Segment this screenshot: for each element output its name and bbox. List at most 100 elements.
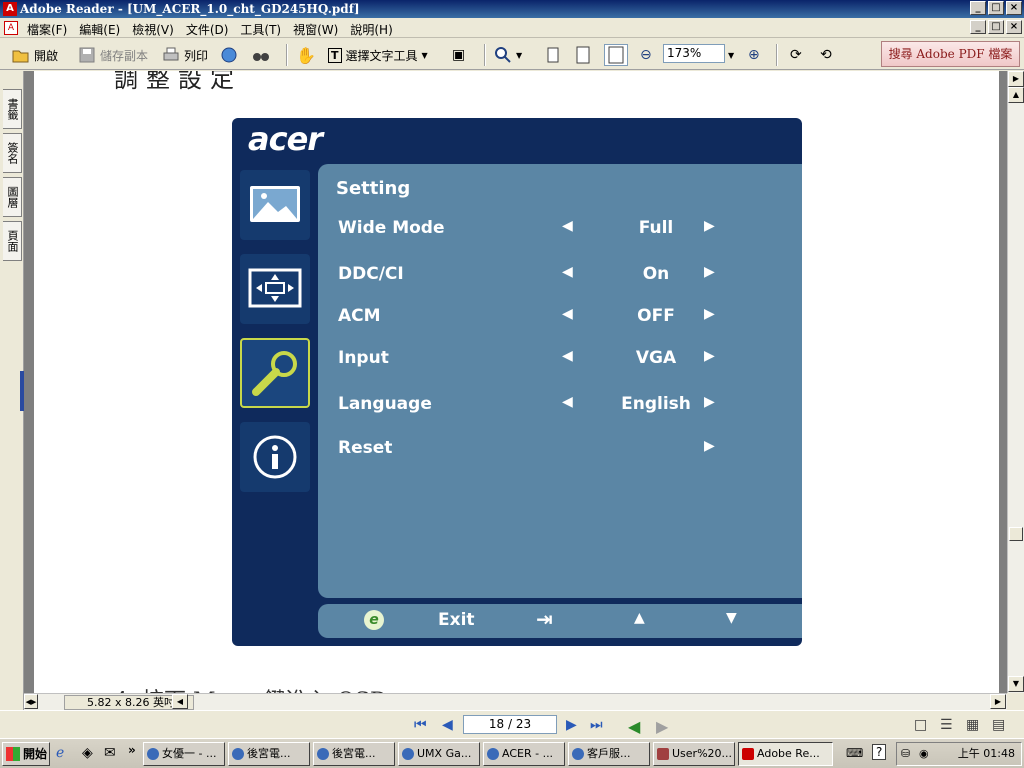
tab-pages[interactable]: 頁面 bbox=[3, 221, 22, 261]
tab-bookmarks[interactable]: 書籤 bbox=[3, 89, 22, 129]
task-label: 後宮電... bbox=[247, 747, 291, 760]
menu-help[interactable]: 說明(H) bbox=[349, 20, 393, 39]
window-controls: _ □ × bbox=[970, 1, 1022, 15]
page-bottom-text: 4. 按下 Menu 鍵進入 OSD。 bbox=[114, 683, 410, 693]
fit-page-button[interactable] bbox=[574, 44, 592, 66]
print-label: 列印 bbox=[184, 48, 209, 63]
toolbar-separator bbox=[776, 44, 778, 66]
open-button[interactable]: 開啟 bbox=[12, 44, 58, 66]
horizontal-scrollbar[interactable]: 5.82 x 8.26 英吋 ◀▶ ◀ ▶ bbox=[24, 693, 1007, 710]
page-heading: 調整設定 bbox=[114, 71, 242, 93]
zoom-in-tool-button[interactable]: ▼ bbox=[494, 44, 522, 66]
doc-close-button[interactable]: × bbox=[1006, 20, 1022, 34]
actual-size-button[interactable] bbox=[544, 44, 562, 66]
taskbar-task-active[interactable]: Adobe Re... bbox=[738, 742, 833, 766]
osd-footer: e Exit ⇥ ▲ ▼ bbox=[318, 604, 802, 638]
pane-split-icon[interactable]: ◀▶ bbox=[24, 694, 38, 709]
scroll-right-button[interactable]: ▶ bbox=[990, 694, 1006, 709]
network-icon[interactable]: ⛁ bbox=[901, 743, 910, 765]
adobe-reader-icon bbox=[742, 748, 754, 760]
next-page-icon[interactable]: ▶ bbox=[566, 717, 577, 733]
rotate-clockwise-button[interactable]: ⟳ bbox=[790, 44, 802, 66]
next-view-icon[interactable]: ▶ bbox=[656, 717, 668, 736]
left-arrow-icon: ◀ bbox=[562, 348, 573, 364]
osd-info-icon bbox=[240, 422, 310, 492]
save-copy-button[interactable]: 儲存副本 bbox=[78, 44, 148, 66]
left-arrow-icon: ◀ bbox=[562, 264, 573, 280]
snapshot-tool-button[interactable]: ▣ bbox=[452, 44, 465, 66]
doc-minimize-button[interactable]: _ bbox=[970, 20, 986, 34]
maximize-button[interactable]: □ bbox=[988, 1, 1004, 15]
dropdown-arrow-icon[interactable]: ▼ bbox=[422, 51, 428, 60]
quicklaunch-more-icon[interactable]: » bbox=[128, 743, 136, 757]
osd-setting-icon bbox=[240, 338, 310, 408]
osd-row-label: Language bbox=[338, 394, 432, 414]
quicklaunch-icon[interactable]: ✉ bbox=[104, 745, 116, 761]
taskbar-tasks: 女優一 - ... 後宮電... 後宮電... UMX Ga... ACER -… bbox=[143, 742, 833, 766]
pdf-page: 調整設定 acer Setting Wide Mode ◀ Full ▶ DDC… bbox=[34, 71, 999, 693]
fit-width-button[interactable] bbox=[604, 44, 628, 66]
minimize-button[interactable]: _ bbox=[970, 1, 986, 15]
menu-edit[interactable]: 編輯(E) bbox=[78, 20, 121, 39]
continuous-facing-layout-icon[interactable]: ▤ bbox=[992, 717, 1005, 733]
scroll-next-page-button[interactable]: ▶ bbox=[1008, 71, 1024, 87]
taskbar-task[interactable]: UMX Ga... bbox=[398, 742, 480, 766]
task-label: Adobe Re... bbox=[757, 747, 820, 760]
taskbar-task[interactable]: ACER - ... bbox=[483, 742, 565, 766]
facing-layout-icon[interactable]: ▦ bbox=[966, 717, 979, 733]
ie-quicklaunch-icon[interactable]: ℯ bbox=[56, 745, 64, 761]
menu-window[interactable]: 視窗(W) bbox=[292, 20, 339, 39]
scroll-down-button[interactable]: ▼ bbox=[1008, 676, 1024, 692]
menu-view[interactable]: 檢視(V) bbox=[131, 20, 175, 39]
brand-logo: acer bbox=[248, 120, 323, 158]
pdf-document-icon[interactable]: A bbox=[4, 21, 18, 35]
task-label: 客戶服... bbox=[587, 747, 631, 760]
scroll-up-button[interactable]: ▲ bbox=[1008, 87, 1024, 103]
rotate-counterclockwise-button[interactable]: ⟲ bbox=[820, 44, 832, 66]
select-text-tool-button[interactable]: T 選擇文字工具 ▼ bbox=[328, 44, 428, 66]
continuous-layout-icon[interactable]: ☰ bbox=[940, 717, 953, 733]
email-button[interactable] bbox=[220, 44, 238, 66]
previous-page-icon[interactable]: ◀ bbox=[442, 717, 453, 733]
page-number-input[interactable]: 18 / 23 bbox=[463, 715, 557, 734]
menu-tools[interactable]: 工具(T) bbox=[239, 20, 282, 39]
quicklaunch-icon[interactable]: ◈ bbox=[82, 745, 93, 761]
volume-icon[interactable]: ◉ bbox=[919, 743, 929, 765]
page-icon bbox=[547, 47, 559, 63]
osd-position-icon bbox=[240, 254, 310, 324]
zoom-input[interactable]: 173% bbox=[663, 44, 725, 63]
menu-document[interactable]: 文件(D) bbox=[185, 20, 230, 39]
taskbar-task[interactable]: 女優一 - ... bbox=[143, 742, 225, 766]
start-button[interactable]: 開始 bbox=[2, 742, 50, 766]
binoculars-icon bbox=[253, 53, 269, 61]
hand-tool-button[interactable]: ✋ bbox=[296, 44, 316, 66]
last-page-icon[interactable]: ⏭ bbox=[590, 717, 603, 733]
tab-layers[interactable]: 圖層 bbox=[3, 177, 22, 217]
taskbar-task[interactable]: 後宮電... bbox=[228, 742, 310, 766]
doc-restore-button[interactable]: □ bbox=[988, 20, 1004, 34]
help-icon[interactable]: ? bbox=[872, 744, 887, 760]
first-page-icon[interactable]: ⏮ bbox=[414, 717, 427, 733]
print-button[interactable]: 列印 bbox=[162, 44, 208, 66]
single-page-layout-icon[interactable]: □ bbox=[914, 717, 927, 733]
menu-file[interactable]: 檔案(F) bbox=[26, 20, 68, 39]
vertical-scrollbar[interactable]: ▶ ▲ ▼ bbox=[1007, 71, 1024, 693]
search-binoculars-button[interactable] bbox=[252, 44, 270, 66]
close-button[interactable]: × bbox=[1006, 1, 1022, 15]
previous-view-icon[interactable]: ◀ bbox=[628, 717, 640, 736]
search-adobe-pdf-button[interactable]: 搜尋 Adobe PDF 檔案 bbox=[881, 41, 1020, 67]
zoom-in-button[interactable]: ⊕ bbox=[748, 44, 760, 66]
scroll-left-button[interactable]: ◀ bbox=[172, 694, 188, 709]
scrollbar-thumb[interactable] bbox=[1009, 527, 1023, 541]
taskbar-task[interactable]: User%20... bbox=[653, 742, 735, 766]
keyboard-icon[interactable]: ⌨ bbox=[846, 746, 863, 760]
zoom-dropdown[interactable]: ▼ bbox=[728, 44, 734, 66]
taskbar-task[interactable]: 客戶服... bbox=[568, 742, 650, 766]
zoom-out-button[interactable]: ⊖ bbox=[640, 44, 652, 66]
adobe-reader-icon: A bbox=[3, 2, 17, 16]
left-arrow-icon: ◀ bbox=[562, 218, 573, 234]
rotate-cw-icon: ⟳ bbox=[790, 47, 802, 63]
tab-signatures[interactable]: 簽名 bbox=[3, 133, 22, 173]
taskbar-task[interactable]: 後宮電... bbox=[313, 742, 395, 766]
dropdown-arrow-icon[interactable]: ▼ bbox=[516, 51, 522, 60]
